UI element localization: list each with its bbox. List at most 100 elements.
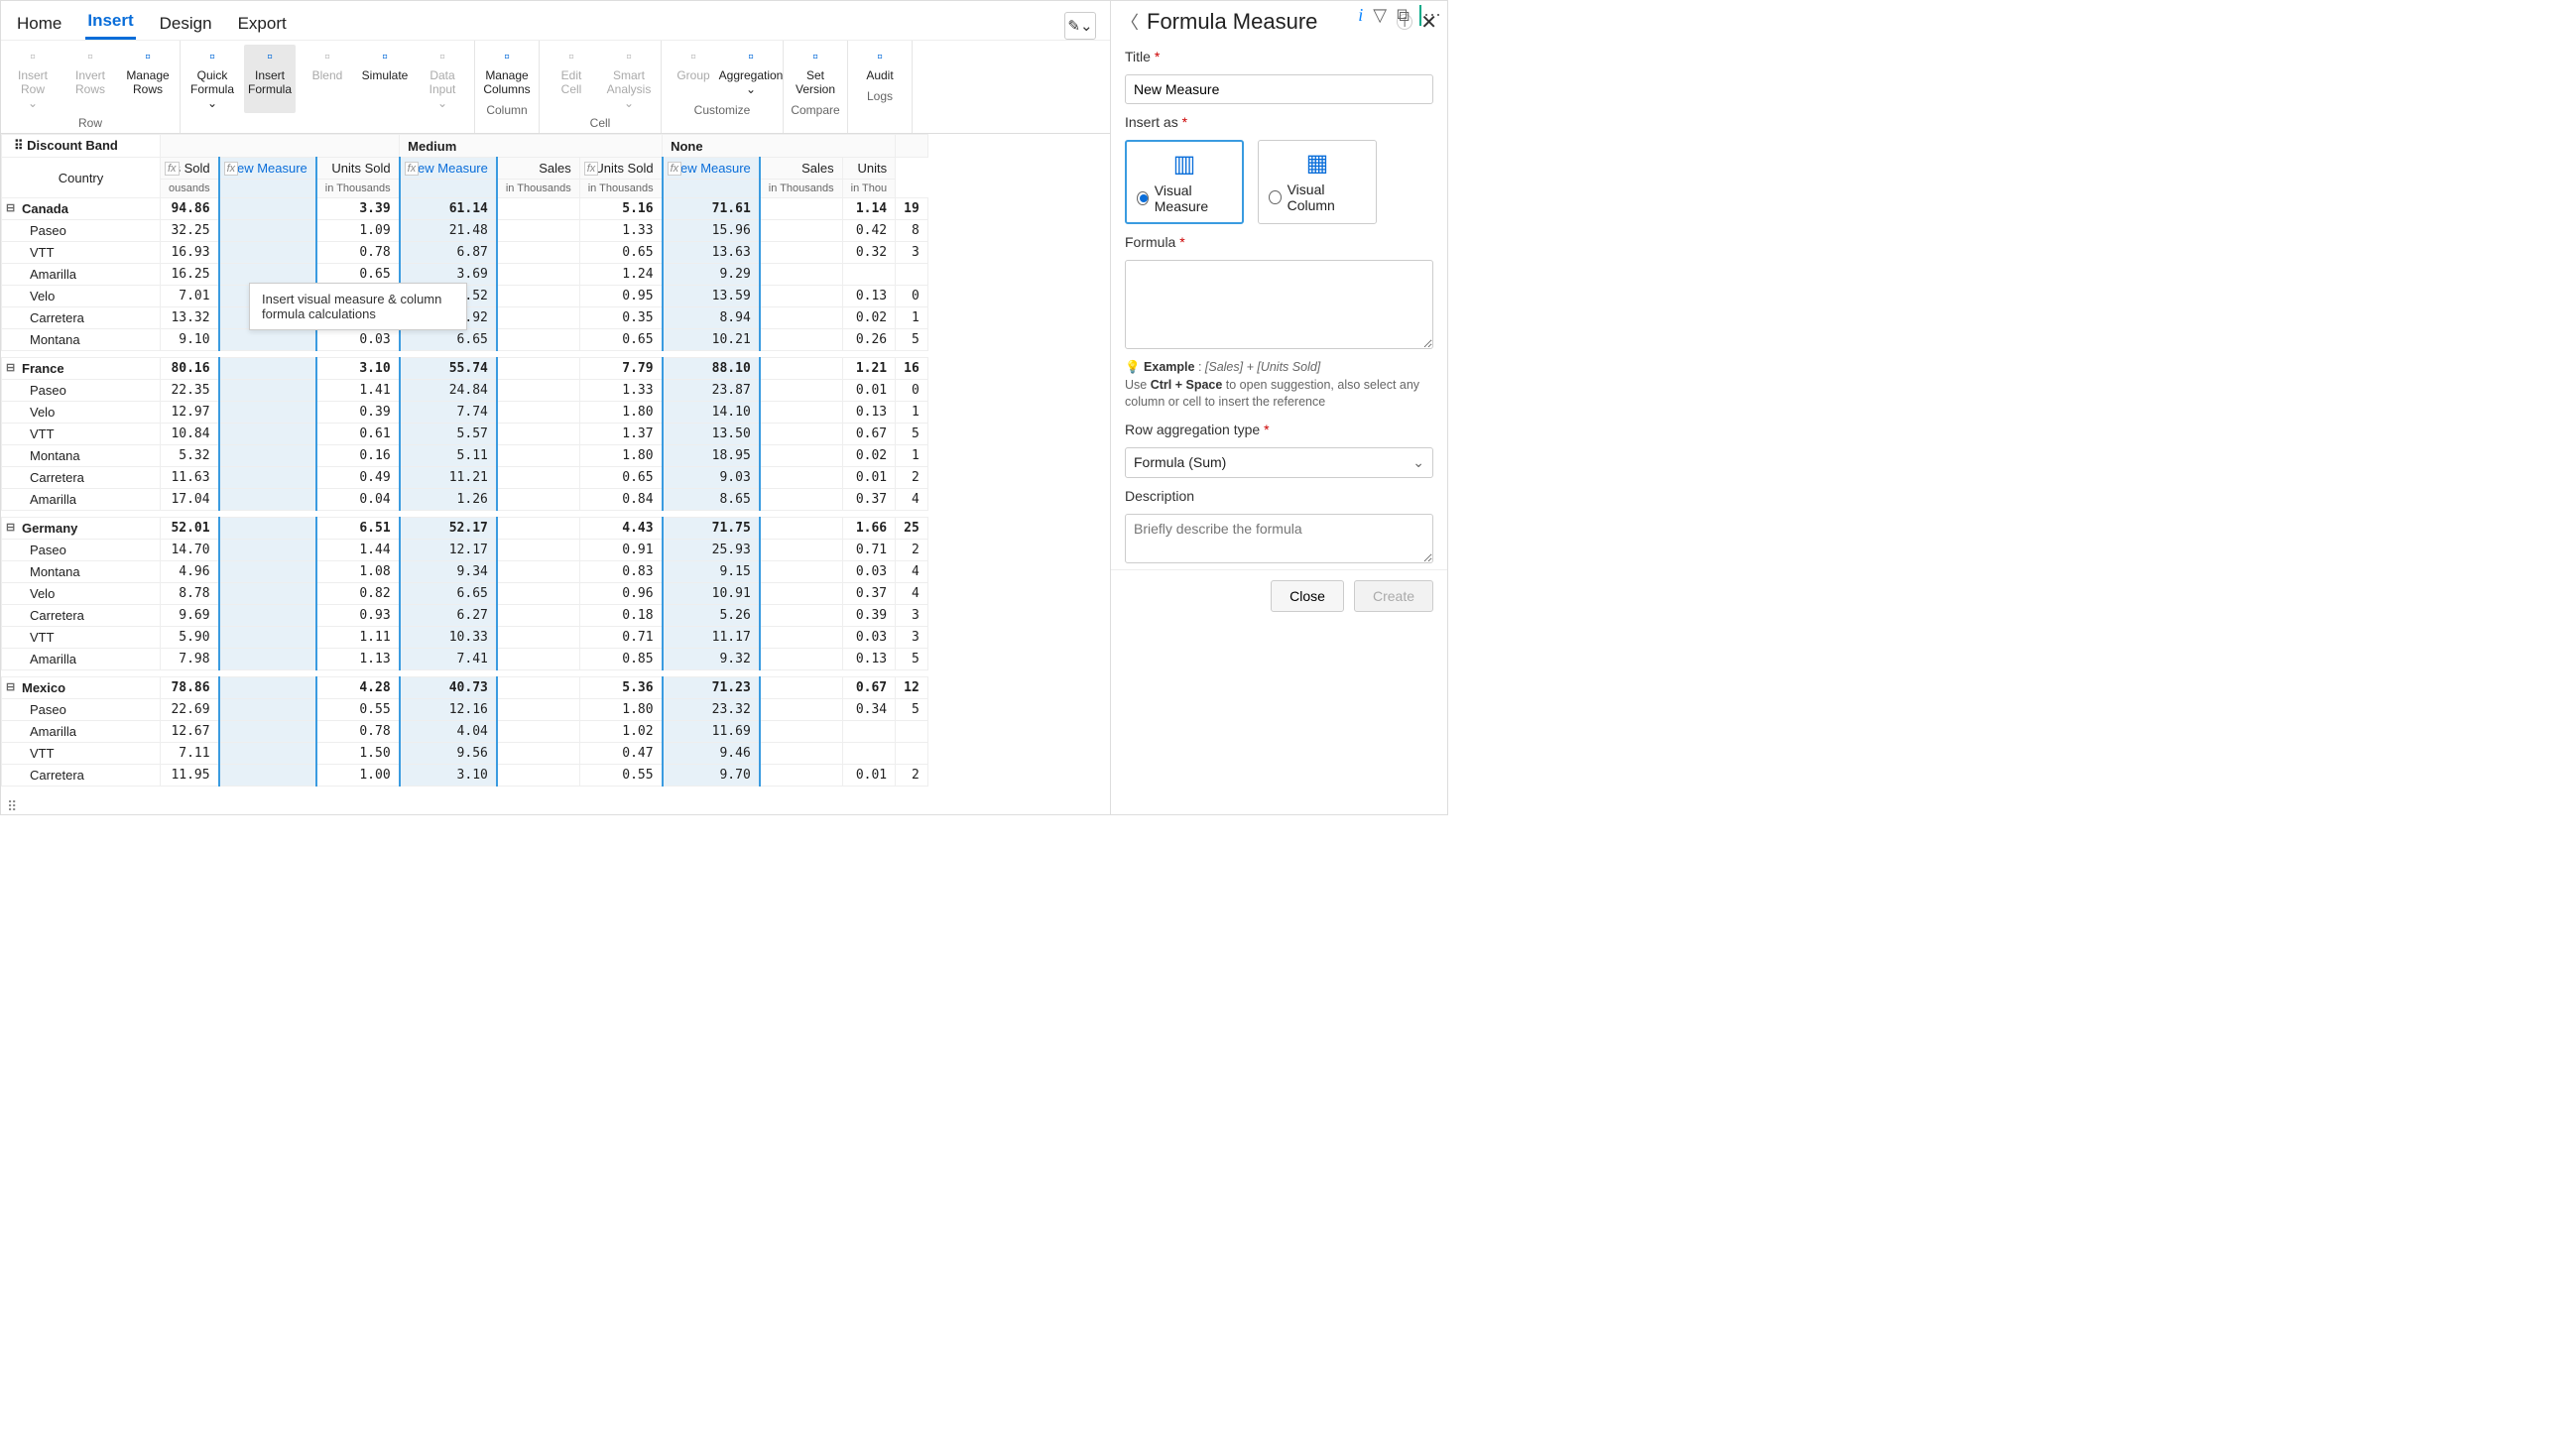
cell[interactable]: 0.03	[316, 329, 400, 351]
cell[interactable]: 0.83	[579, 561, 662, 583]
drag-handle-icon[interactable]: ⠿	[7, 798, 17, 808]
cell[interactable]	[497, 721, 579, 743]
cell[interactable]: 52.01	[161, 518, 219, 540]
cell[interactable]: 0.37	[842, 583, 896, 605]
cell[interactable]	[497, 649, 579, 670]
cell[interactable]	[219, 445, 316, 467]
cell[interactable]: 21.48	[400, 220, 497, 242]
cell[interactable]: 0.49	[316, 467, 400, 489]
cell[interactable]: 5.90	[161, 627, 219, 649]
cell[interactable]	[760, 424, 842, 445]
cell[interactable]	[219, 743, 316, 765]
cell[interactable]: 1.41	[316, 380, 400, 402]
cell[interactable]: 0.67	[842, 677, 896, 699]
table-row[interactable]: Amarilla	[2, 264, 161, 286]
cell[interactable]	[497, 489, 579, 511]
cell[interactable]	[760, 286, 842, 307]
ribbon-audit[interactable]: ▫Audit	[854, 45, 906, 86]
cell[interactable]	[219, 677, 316, 699]
cell[interactable]: 5	[896, 424, 928, 445]
cell[interactable]: 0.39	[842, 605, 896, 627]
cell[interactable]: 0.01	[842, 467, 896, 489]
cell[interactable]: 1.08	[316, 561, 400, 583]
ribbon-aggregation-[interactable]: ▫Aggregation⌄	[725, 45, 777, 100]
cell[interactable]: 1	[896, 402, 928, 424]
cell[interactable]: 9.29	[663, 264, 760, 286]
cell[interactable]: 0.01	[842, 765, 896, 787]
cell[interactable]: 0.95	[579, 286, 662, 307]
cell[interactable]	[497, 220, 579, 242]
cell[interactable]: 1.09	[316, 220, 400, 242]
cell[interactable]: 25	[896, 518, 928, 540]
cell[interactable]: 0.01	[842, 380, 896, 402]
table-row[interactable]: Velo	[2, 583, 161, 605]
cell[interactable]: 12	[896, 677, 928, 699]
cell[interactable]: 3	[896, 242, 928, 264]
cell[interactable]	[219, 380, 316, 402]
cell[interactable]	[497, 264, 579, 286]
table-row[interactable]: VTT	[2, 627, 161, 649]
cell[interactable]	[219, 765, 316, 787]
cell[interactable]: 1.13	[316, 649, 400, 670]
table-row[interactable]: Paseo	[2, 540, 161, 561]
table-row[interactable]: Amarilla	[2, 489, 161, 511]
cell[interactable]: 1.14	[842, 198, 896, 220]
cell[interactable]	[760, 467, 842, 489]
cell[interactable]: 8.65	[663, 489, 760, 511]
cell[interactable]: 9.56	[400, 743, 497, 765]
cell[interactable]: 55.74	[400, 358, 497, 380]
cell[interactable]	[219, 358, 316, 380]
cell[interactable]	[760, 765, 842, 787]
cell[interactable]: 17.04	[161, 489, 219, 511]
cell[interactable]	[896, 264, 928, 286]
cell[interactable]: 0.85	[579, 649, 662, 670]
cell[interactable]: 8	[896, 220, 928, 242]
cell[interactable]: 4	[896, 583, 928, 605]
cell[interactable]: 9.46	[663, 743, 760, 765]
cell[interactable]: 18.95	[663, 445, 760, 467]
cell[interactable]: 1.26	[400, 489, 497, 511]
cell[interactable]	[497, 467, 579, 489]
cell[interactable]: 6.65	[400, 583, 497, 605]
cell[interactable]: 0.78	[316, 721, 400, 743]
table-row[interactable]: VTT	[2, 743, 161, 765]
cell[interactable]: 1	[896, 307, 928, 329]
edit-mode-icon[interactable]: ✎⌄	[1064, 12, 1096, 40]
cell[interactable]: 23.32	[663, 699, 760, 721]
cell[interactable]: 7.01	[161, 286, 219, 307]
cell[interactable]: 0.04	[316, 489, 400, 511]
cell[interactable]: 5.11	[400, 445, 497, 467]
cell[interactable]: 13.59	[663, 286, 760, 307]
cell[interactable]: 0.84	[579, 489, 662, 511]
cell[interactable]	[219, 699, 316, 721]
cell[interactable]: 25.93	[663, 540, 760, 561]
cell[interactable]: 0.61	[316, 424, 400, 445]
cell[interactable]: 1.33	[579, 380, 662, 402]
cell[interactable]: 13.63	[663, 242, 760, 264]
cell[interactable]: 11.21	[400, 467, 497, 489]
cell[interactable]: 10.33	[400, 627, 497, 649]
ribbon-simulate[interactable]: ▫Simulate	[359, 45, 411, 113]
cell[interactable]: 94.86	[161, 198, 219, 220]
cell[interactable]	[497, 445, 579, 467]
more-icon[interactable]: ⋯	[1419, 5, 1441, 26]
cell[interactable]: 0.26	[842, 329, 896, 351]
cell[interactable]: 4.96	[161, 561, 219, 583]
cell[interactable]	[497, 677, 579, 699]
cell[interactable]: 0.16	[316, 445, 400, 467]
cell[interactable]: 7.79	[579, 358, 662, 380]
formula-input[interactable]	[1125, 260, 1433, 349]
cell[interactable]: 71.75	[663, 518, 760, 540]
table-row[interactable]: Amarilla	[2, 721, 161, 743]
cell[interactable]	[760, 743, 842, 765]
table-row[interactable]: Paseo	[2, 380, 161, 402]
cell[interactable]	[219, 424, 316, 445]
table-row[interactable]: Montana	[2, 445, 161, 467]
cell[interactable]: 12.67	[161, 721, 219, 743]
cell[interactable]: 5.36	[579, 677, 662, 699]
table-row[interactable]: Montana	[2, 329, 161, 351]
cell[interactable]: 4.04	[400, 721, 497, 743]
back-icon[interactable]: 〈	[1121, 9, 1139, 35]
table-row[interactable]: Montana	[2, 561, 161, 583]
popout-icon[interactable]: ⧉	[1397, 5, 1410, 26]
